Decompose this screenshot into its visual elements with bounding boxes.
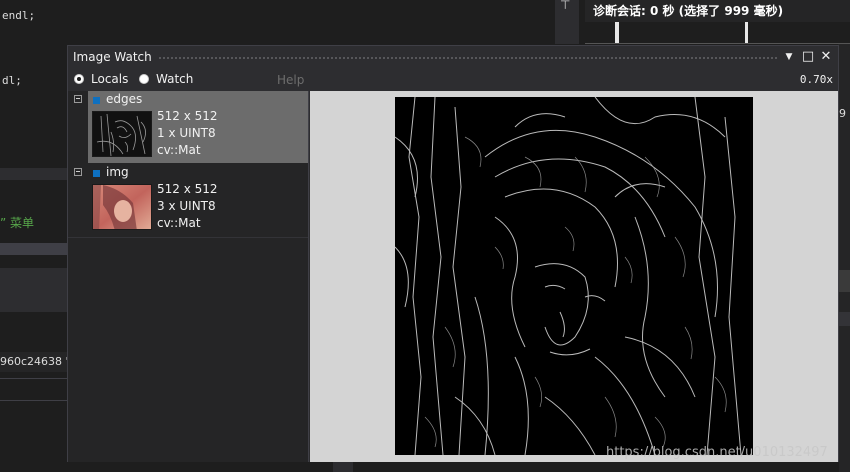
watch-radio[interactable] xyxy=(139,74,149,84)
edges-thumbnail xyxy=(92,111,152,157)
divider xyxy=(0,378,68,379)
help-link[interactable]: Help xyxy=(277,73,304,87)
bottom-tab xyxy=(333,462,353,472)
pin-icon[interactable]: ⊤ xyxy=(560,0,570,12)
editor-tab-strip xyxy=(0,168,68,180)
item-size: 512 x 512 xyxy=(157,109,218,123)
list-item-edges[interactable]: edges 512 x 512 1 x UINT8 cv::Mat xyxy=(68,91,308,163)
image-marker-icon xyxy=(93,97,100,104)
output-panel-header xyxy=(0,268,68,312)
locals-label[interactable]: Locals xyxy=(91,72,128,86)
list-divider xyxy=(68,237,308,238)
item-type: cv::Mat xyxy=(157,216,201,230)
item-name: img xyxy=(106,165,129,179)
code-line-2: dl; xyxy=(2,74,22,87)
collapse-toggle-icon[interactable] xyxy=(74,168,82,176)
right-panel-tab[interactable] xyxy=(838,312,850,326)
collapse-toggle-icon[interactable] xyxy=(74,95,82,103)
window-title: Image Watch xyxy=(73,50,152,64)
img-thumbnail xyxy=(92,184,152,230)
item-format: 3 x UINT8 xyxy=(157,199,216,213)
watermark-text: https://blog.csdn.net/u010132497 xyxy=(606,445,828,460)
image-marker-icon xyxy=(93,170,100,177)
edges-image xyxy=(395,97,753,455)
dropdown-icon[interactable]: ▼ xyxy=(781,52,797,62)
zoom-level: 0.70x xyxy=(799,73,833,86)
variable-list: edges 512 x 512 1 x UINT8 cv::Mat img 51… xyxy=(68,91,309,463)
timeline-axis xyxy=(585,43,850,44)
menu-hint-text: ” 菜单 xyxy=(0,216,35,230)
lower-editor-region xyxy=(67,462,839,472)
code-line-1: endl; xyxy=(2,9,36,22)
maximize-icon[interactable]: □ xyxy=(800,49,816,64)
image-watch-window: Image Watch ▼ □ ✕ Locals Watch Help 0.70… xyxy=(67,45,839,463)
timeline-end-marker[interactable] xyxy=(745,22,748,44)
view-toolbar: Locals Watch Help xyxy=(68,70,309,90)
pin-strip: ⊤ xyxy=(555,0,579,44)
image-watch-titlebar[interactable]: Image Watch ▼ □ ✕ xyxy=(68,46,838,70)
item-format: 1 x UINT8 xyxy=(157,126,216,140)
edge-digit: 9 xyxy=(839,107,846,120)
image-viewer[interactable] xyxy=(310,91,838,463)
item-name: edges xyxy=(106,92,143,106)
close-icon[interactable]: ✕ xyxy=(818,49,834,64)
address-text: 960c24638 "C: xyxy=(0,355,68,368)
locals-radio[interactable] xyxy=(74,74,84,84)
right-panel-tab[interactable] xyxy=(838,270,850,292)
watch-label[interactable]: Watch xyxy=(156,72,193,86)
address-row: 960c24638 "C: xyxy=(0,352,68,372)
panel-splitter[interactable] xyxy=(0,243,68,255)
diagnostics-title: 诊断会话: 0 秒 (选择了 999 毫秒) xyxy=(593,4,784,18)
right-side-panel: 9 xyxy=(838,44,850,472)
divider xyxy=(0,400,68,401)
timeline-start-marker[interactable] xyxy=(615,22,619,44)
diagnostics-timeline[interactable] xyxy=(585,22,850,44)
list-item-img[interactable]: img 512 x 512 3 x UINT8 cv::Mat xyxy=(68,164,308,236)
item-type: cv::Mat xyxy=(157,143,201,157)
drag-grip[interactable] xyxy=(158,56,778,61)
item-size: 512 x 512 xyxy=(157,182,218,196)
